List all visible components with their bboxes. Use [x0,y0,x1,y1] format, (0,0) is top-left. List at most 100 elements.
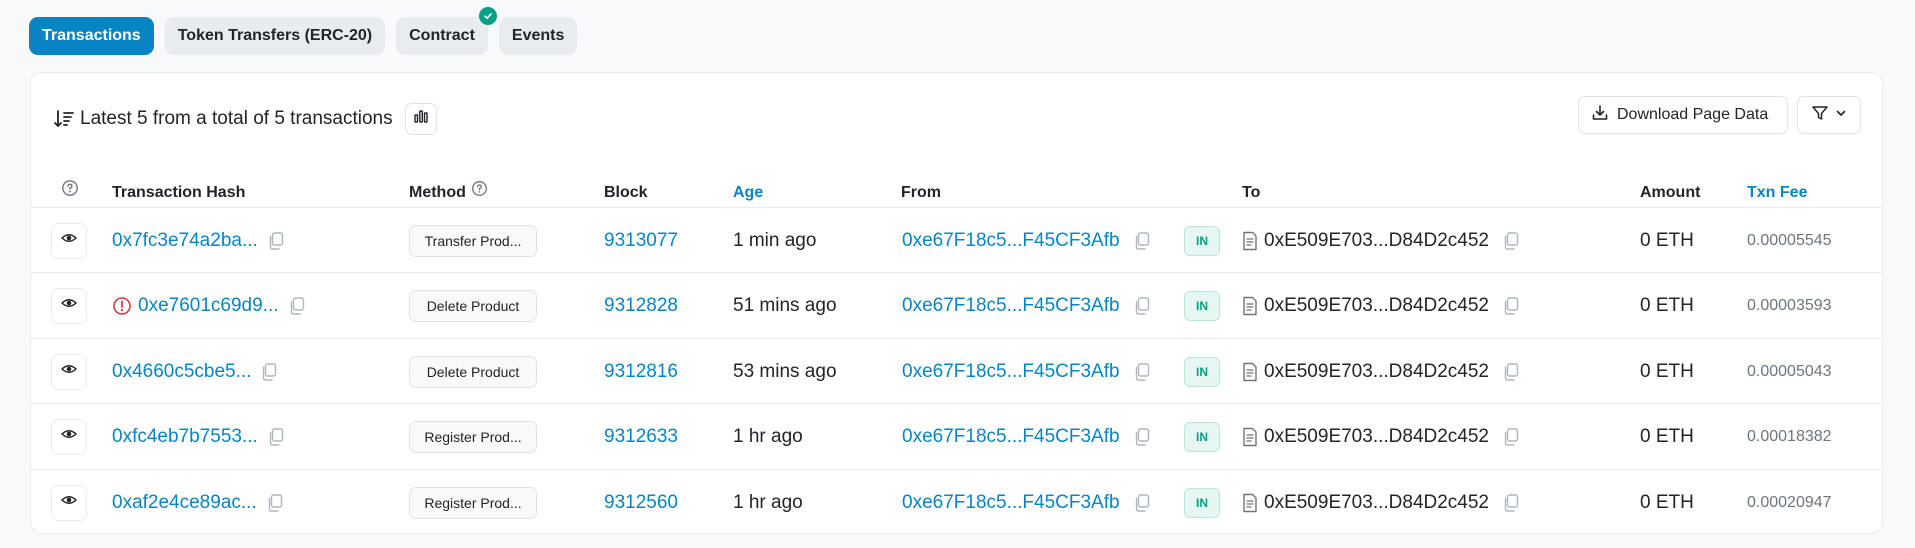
copy-icon[interactable] [268,231,284,250]
txn-fee-text: 0.00020947 [1747,493,1832,511]
preview-button[interactable] [51,419,87,455]
copy-icon[interactable] [1503,231,1519,250]
transaction-hash-link[interactable]: 0xaf2e4ce89ac... [112,492,257,514]
transactions-card: Latest 5 from a total of 5 transactions … [30,72,1883,534]
from-address-link[interactable]: 0xe67F18c5...F45CF3Afb [902,230,1120,252]
chart-button[interactable] [404,103,437,135]
tab-transactions[interactable]: Transactions [29,17,154,55]
error-icon [112,296,132,316]
eye-icon [60,426,78,448]
table-row: 0xaf2e4ce89ac... Register Prod... 931256… [31,470,1882,533]
amount-text: 0 ETH [1640,426,1694,447]
from-address-link[interactable]: 0xe67F18c5...F45CF3Afb [902,492,1120,514]
method-badge: Delete Product [409,355,537,388]
tab-events[interactable]: Events [498,17,578,55]
download-page-data-button[interactable]: Download Page Data [1578,96,1788,134]
table-row: 0x4660c5cbe5... Delete Product 9312816 5… [31,339,1882,404]
transaction-hash-link[interactable]: 0x4660c5cbe5... [112,361,251,383]
copy-icon[interactable] [289,297,305,315]
block-link[interactable]: 9313077 [604,230,678,252]
contract-file-icon [1242,493,1258,513]
preview-button[interactable] [51,222,87,259]
bar-chart-icon [413,108,429,130]
tab-contract[interactable]: Contract [396,7,497,55]
tab-token-transfers[interactable]: Token Transfers (ERC-20) [164,17,386,55]
block-link[interactable]: 9312828 [604,295,678,317]
copy-icon[interactable] [1134,297,1150,315]
transaction-hash-link[interactable]: 0xfc4eb7b7553... [112,426,258,448]
method-badge: Delete Product [409,290,537,322]
method-badge: Register Prod... [409,486,537,519]
copy-icon[interactable] [267,493,283,512]
direction-badge: IN [1184,487,1220,518]
to-address-text[interactable]: 0xE509E703...D84D2c452 [1264,492,1489,514]
chevron-down-icon [1835,106,1847,124]
summary-text: Latest 5 from a total of 5 transactions [80,108,393,129]
table-row: 0xe7601c69d9... Delete Product 9312828 5… [31,274,1882,339]
contract-file-icon [1242,296,1258,316]
age-text: 1 hr ago [733,426,803,447]
eye-icon [60,295,78,317]
contract-file-icon [1242,362,1258,382]
amount-text: 0 ETH [1640,229,1694,251]
from-address-link[interactable]: 0xe67F18c5...F45CF3Afb [902,295,1120,317]
table-row: 0xfc4eb7b7553... Register Prod... 931263… [31,405,1882,470]
direction-badge: IN [1184,356,1220,387]
block-link[interactable]: 9312560 [604,492,678,514]
method-badge: Transfer Prod... [409,224,537,257]
to-address-text[interactable]: 0xE509E703...D84D2c452 [1264,295,1489,317]
to-address-text[interactable]: 0xE509E703...D84D2c452 [1264,426,1489,448]
contract-file-icon [1242,231,1258,251]
contract-file-icon [1242,427,1258,447]
eye-icon [60,230,78,252]
copy-icon[interactable] [1134,493,1150,512]
copy-icon[interactable] [261,362,277,381]
tab-contract-label: Contract [409,27,475,44]
from-address-link[interactable]: 0xe67F18c5...F45CF3Afb [902,426,1120,448]
copy-icon[interactable] [1134,428,1150,446]
direction-badge: IN [1184,225,1220,256]
method-badge: Register Prod... [409,421,537,453]
copy-icon[interactable] [1503,493,1519,512]
block-link[interactable]: 9312816 [604,361,678,383]
txn-fee-text: 0.00005545 [1747,231,1832,249]
filter-icon [1811,104,1829,127]
to-address-text[interactable]: 0xE509E703...D84D2c452 [1264,230,1489,252]
to-address-text[interactable]: 0xE509E703...D84D2c452 [1264,361,1489,383]
preview-button[interactable] [51,484,87,521]
eye-icon [60,492,78,514]
table-row: 0x7fc3e74a2ba... Transfer Prod... 931307… [31,208,1882,273]
txn-fee-text: 0.00018382 [1747,428,1832,445]
amount-text: 0 ETH [1640,295,1694,316]
amount-text: 0 ETH [1640,491,1694,513]
download-icon [1591,104,1609,127]
download-label: Download Page Data [1617,106,1769,123]
age-text: 1 hr ago [733,491,803,513]
sort-desc-icon[interactable] [52,107,76,131]
tab-bar: Transactions Token Transfers (ERC-20) Co… [29,7,578,55]
copy-icon[interactable] [1503,362,1519,381]
copy-icon[interactable] [1134,231,1150,250]
age-text: 51 mins ago [733,295,837,316]
copy-icon[interactable] [268,428,284,446]
verified-check-icon [478,7,497,25]
eye-icon [60,361,78,383]
transaction-hash-link[interactable]: 0x7fc3e74a2ba... [112,230,258,252]
transaction-hash-link[interactable]: 0xe7601c69d9... [138,295,279,317]
age-text: 53 mins ago [733,360,837,382]
filter-button[interactable] [1797,96,1861,134]
preview-button[interactable] [51,353,87,390]
from-address-link[interactable]: 0xe67F18c5...F45CF3Afb [902,361,1120,383]
copy-icon[interactable] [1134,362,1150,381]
txn-fee-text: 0.00005043 [1747,362,1832,380]
txn-fee-text: 0.00003593 [1747,297,1832,314]
copy-icon[interactable] [1503,297,1519,315]
summary-bar: Latest 5 from a total of 5 transactions [52,103,437,135]
copy-icon[interactable] [1503,428,1519,446]
block-link[interactable]: 9312633 [604,426,678,448]
preview-button[interactable] [51,288,87,324]
age-text: 1 min ago [733,229,817,251]
amount-text: 0 ETH [1640,360,1694,382]
direction-badge: IN [1184,422,1220,452]
direction-badge: IN [1184,291,1220,321]
